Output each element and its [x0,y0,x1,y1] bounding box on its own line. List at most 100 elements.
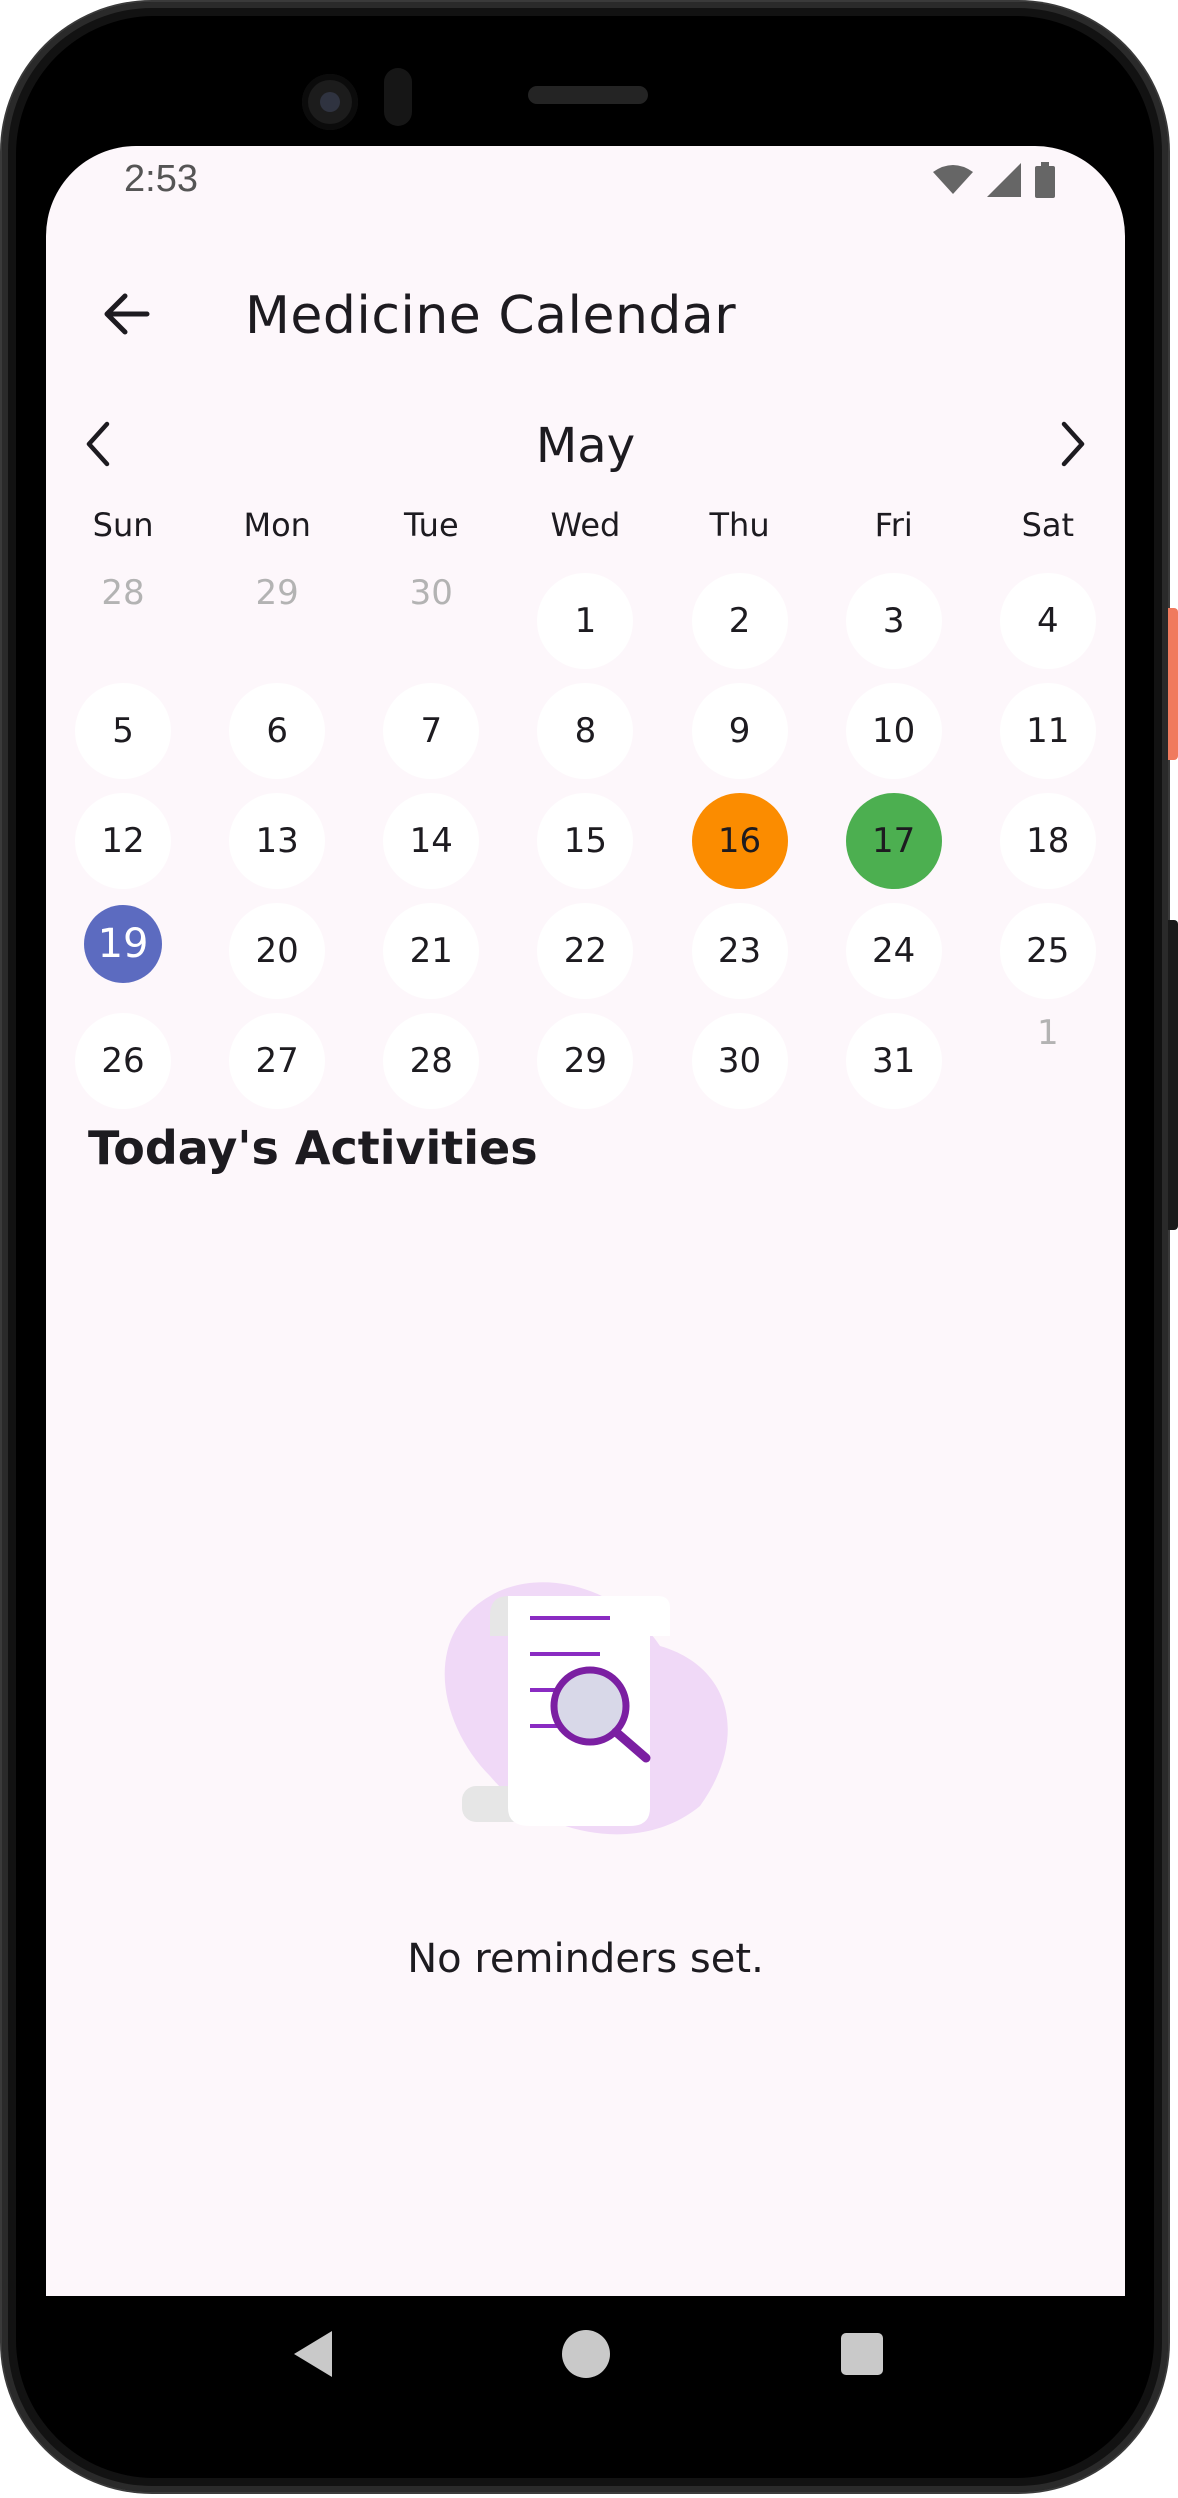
calendar-day[interactable]: 29 [537,1013,634,1109]
status-icons [933,162,1055,198]
calendar-day-cell: 20 [200,896,354,1006]
calendar-day[interactable]: 10 [845,683,942,779]
document-search-illustration [430,1576,750,1856]
chevron-right-icon [1058,420,1088,472]
calendar-day-cell: 29 [508,1006,662,1116]
calendar-day-cell: 31 [817,1006,971,1116]
calendar-day-cell: 14 [354,786,508,896]
proximity-sensor [384,68,412,126]
wifi-icon [933,164,973,196]
calendar-day[interactable]: 26 [75,1013,172,1109]
nav-recents-icon [840,2332,884,2380]
calendar-day-cell: 1 [508,566,662,676]
calendar-day[interactable]: 27 [229,1013,326,1109]
calendar-day-cell: 5 [46,676,200,786]
calendar-day-cell: 15 [508,786,662,896]
calendar-day[interactable]: 15 [537,793,634,889]
back-button[interactable] [86,276,166,356]
calendar-day[interactable]: 5 [75,683,172,779]
calendar-day[interactable]: 14 [383,793,480,889]
calendar-day-cell: 28 [46,566,200,676]
weekday-label: Sun [92,506,154,544]
calendar-day[interactable]: 18 [999,793,1096,889]
front-camera [302,74,358,130]
calendar-day-cell: 22 [508,896,662,1006]
calendar-day[interactable]: 11 [999,683,1096,779]
calendar-day-cell: 25 [971,896,1125,1006]
nav-back-button[interactable] [284,2326,344,2386]
calendar-day[interactable]: 20 [229,903,326,999]
calendar-day-cell: 30 [663,1006,817,1116]
weekday-label: Mon [243,506,311,544]
weekday-label: Tue [403,506,459,544]
calendar-day[interactable]: 31 [845,1013,942,1109]
calendar-day[interactable]: 1 [1000,1013,1096,1109]
calendar-day-cell: 1 [971,1006,1125,1116]
screen: 2:53 Medicine Calendar May Sun Mon Tue W… [46,146,1125,2296]
calendar-day[interactable]: 23 [691,903,788,999]
calendar-day-cell: 24 [817,896,971,1006]
weekday-label: Wed [550,506,621,544]
calendar-day[interactable]: 9 [691,683,788,779]
battery-icon [1035,162,1055,198]
calendar-days-grid: 28 29 30 1 2 3 4 5 6 7 8 9 10 11 12 13 14 15 16 17 18 19 20 21 2… [46,566,1125,1116]
calendar-day-cell: 4 [971,566,1125,676]
calendar-day[interactable]: 12 [75,793,172,889]
power-button[interactable] [1168,608,1178,760]
calendar-day[interactable]: 22 [537,903,634,999]
calendar-day[interactable]: 3 [845,573,942,669]
calendar-day-cell: 7 [354,676,508,786]
calendar-day-cell: 8 [508,676,662,786]
calendar-day-cell: 18 [971,786,1125,896]
nav-home-button[interactable] [556,2326,616,2386]
empty-state-message: No reminders set. [407,1936,764,1982]
status-bar: 2:53 [46,146,1125,218]
weekday-row: Sun Mon Tue Wed Thu Fri Sat [46,506,1125,566]
calendar-day[interactable]: 28 [383,1013,480,1109]
calendar-day[interactable]: 13 [229,793,326,889]
calendar-day-cell: 28 [354,1006,508,1116]
month-header: May [46,396,1125,496]
system-navigation-bar [46,2296,1125,2416]
calendar-day-cell: 3 [817,566,971,676]
calendar-day-cell: 16 [663,786,817,896]
volume-button[interactable] [1168,920,1178,1230]
calendar-day[interactable]: 2 [691,573,788,669]
calendar-day[interactable]: 7 [383,683,480,779]
calendar-day-cell: 27 [200,1006,354,1116]
nav-recents-button[interactable] [832,2326,892,2386]
calendar-day[interactable]: 30 [383,573,479,669]
calendar-day-cell: 9 [663,676,817,786]
calendar-day-marked[interactable]: 16 [691,793,788,889]
calendar-day[interactable]: 29 [229,573,325,669]
weekday-label: Sat [1021,506,1075,544]
calendar-day[interactable]: 21 [383,903,480,999]
status-time: 2:53 [124,158,198,200]
calendar-day-cell: 10 [817,676,971,786]
calendar-day[interactable]: 1 [537,573,634,669]
next-month-button[interactable] [1041,414,1105,478]
calendar-day-cell: 26 [46,1006,200,1116]
calendar-day-marked[interactable]: 17 [845,793,942,889]
calendar-day[interactable]: 6 [229,683,326,779]
weekday-label: Fri [874,506,913,544]
calendar-day[interactable]: 24 [845,903,942,999]
earpiece-speaker [528,86,648,104]
nav-back-icon [292,2329,336,2383]
section-title: Today's Activities [88,1121,538,1175]
month-label: May [535,418,636,474]
calendar-day-cell: 17 [817,786,971,896]
weekday-label: Thu [709,506,770,544]
nav-home-icon [561,2329,611,2383]
calendar-day[interactable]: 25 [999,903,1096,999]
calendar-day-today[interactable]: 19 [84,905,163,983]
calendar-day-cell: 29 [200,566,354,676]
calendar-day-cell: 2 [663,566,817,676]
calendar-day[interactable]: 8 [537,683,634,779]
calendar-day-cell: 21 [354,896,508,1006]
calendar-day[interactable]: 28 [75,573,171,669]
calendar-day-cell: 30 [354,566,508,676]
calendar-day-cell: 19 [46,896,200,1006]
calendar-day[interactable]: 4 [999,573,1096,669]
calendar-day[interactable]: 30 [691,1013,788,1109]
